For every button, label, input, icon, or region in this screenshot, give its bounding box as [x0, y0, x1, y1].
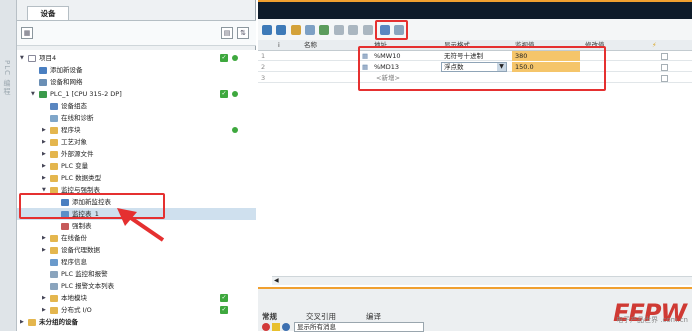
watermark-site: 电子产品世界 .com.cn	[616, 316, 688, 324]
tree-item-project[interactable]: ▼ 项目4 ✓	[17, 52, 256, 64]
lightning-icon: ⚡	[652, 41, 657, 49]
checkbox[interactable]	[661, 75, 668, 82]
format-icon[interactable]	[305, 25, 315, 35]
error-icon	[262, 323, 270, 331]
insert-row-icon[interactable]	[262, 25, 272, 35]
tab-devices[interactable]: 设备	[27, 6, 69, 21]
tree-item-online-diag[interactable]: 在线和诊断	[17, 112, 256, 124]
watch-toolbar	[258, 19, 692, 41]
device-tree-panel: 设备 ▦ ▤ ⇅ ▼ 项目4 ✓ 添加新设备 设备和网络 ▼ PLC_1 [CPU 3…	[17, 0, 256, 331]
tree-item-alarm-texts[interactable]: PLC 报警文本列表	[17, 280, 256, 292]
info-icon	[282, 323, 290, 331]
checkbox[interactable]	[661, 53, 668, 60]
cpu-icon	[39, 91, 47, 98]
diag-icon	[50, 115, 58, 122]
tree-item-distributed-io[interactable]: ▶ 分布式 I/O ✓	[17, 304, 256, 316]
annotation-arrow	[117, 208, 165, 242]
folder-icon	[50, 127, 58, 134]
chevron-left-icon[interactable]: ◀	[274, 277, 279, 284]
collapse-icon[interactable]: ▦	[21, 27, 33, 39]
tree-item-plc-alarms[interactable]: PLC 监控和报警	[17, 268, 256, 280]
tree-item-program-blocks[interactable]: ▶ 程序块	[17, 124, 256, 136]
folder-icon	[50, 163, 58, 170]
alarm-icon	[50, 271, 58, 278]
warning-icon	[272, 323, 280, 331]
view-icon[interactable]: ▤	[221, 27, 233, 39]
annotation-box-grid	[358, 46, 606, 91]
side-strip-label: PLC 编程	[3, 60, 11, 96]
trigger-icon[interactable]	[334, 25, 344, 35]
tree-item-device-config[interactable]: 设备组态	[17, 100, 256, 112]
col-index-header: i	[278, 41, 280, 49]
annotation-box-toolbar	[375, 20, 408, 40]
tree-item-add-device[interactable]: 添加新设备	[17, 64, 256, 76]
tree-item-plc-datatypes[interactable]: ▶ PLC 数据类型	[17, 172, 256, 184]
folder-icon	[50, 235, 58, 242]
checkbox[interactable]	[661, 64, 668, 71]
network-icon	[39, 79, 47, 86]
config-icon	[50, 103, 58, 110]
tree-item-plc1[interactable]: ▼ PLC_1 [CPU 315-2 DP] ✓	[17, 88, 256, 100]
text-list-icon	[50, 283, 58, 290]
left-side-strip: PLC 编程	[0, 0, 17, 331]
folder-icon	[50, 175, 58, 182]
force-icon[interactable]	[348, 25, 358, 35]
tree-item-plc-tags[interactable]: ▶ PLC 变量	[17, 160, 256, 172]
tree-item-local-modules[interactable]: ▶ 本地模块 ✓	[17, 292, 256, 304]
tree-item-devices-networks[interactable]: 设备和网络	[17, 76, 256, 88]
col-name-header: 名称	[304, 41, 317, 49]
tree-item-external-src[interactable]: ▶ 外部源文件	[17, 148, 256, 160]
editor-title-bar	[258, 0, 692, 19]
project-tree: ▼ 项目4 ✓ 添加新设备 设备和网络 ▼ PLC_1 [CPU 315-2 DP] ✓…	[17, 50, 256, 331]
folder-icon	[50, 139, 58, 146]
watch-table-editor: i 名称 地址 显示格式 监视值 修改值 ⚡ 1 ▦ %MW10 无符号十进制 …	[258, 0, 692, 332]
watch-table-grid: i 名称 地址 显示格式 监视值 修改值 ⚡ 1 ▦ %MW10 无符号十进制 …	[258, 40, 692, 276]
tree-item-ungrouped[interactable]: ▶ 未分组的设备	[17, 316, 256, 328]
force-table-icon	[61, 223, 69, 230]
modify-icon[interactable]	[291, 25, 301, 35]
add-row-icon[interactable]	[276, 25, 286, 35]
folder-icon	[28, 319, 36, 326]
tree-item-tech-objects[interactable]: ▶ 工艺对象	[17, 136, 256, 148]
folder-icon	[50, 247, 58, 254]
tab-general[interactable]: 常规	[262, 311, 277, 323]
project-icon	[28, 55, 36, 62]
column-toggle-icon[interactable]	[363, 25, 373, 35]
monitor-icon[interactable]	[319, 25, 329, 35]
left-toolbar: ▦ ▤ ⇅	[17, 20, 256, 46]
folder-icon	[50, 295, 58, 302]
arrange-icon[interactable]: ⇅	[237, 27, 249, 39]
folder-icon	[50, 151, 58, 158]
info-icon	[50, 259, 58, 266]
horizontal-scrollbar[interactable]: ◀	[272, 276, 692, 285]
add-device-icon	[39, 67, 47, 74]
folder-icon	[50, 307, 58, 314]
tree-item-program-info[interactable]: 程序信息	[17, 256, 256, 268]
